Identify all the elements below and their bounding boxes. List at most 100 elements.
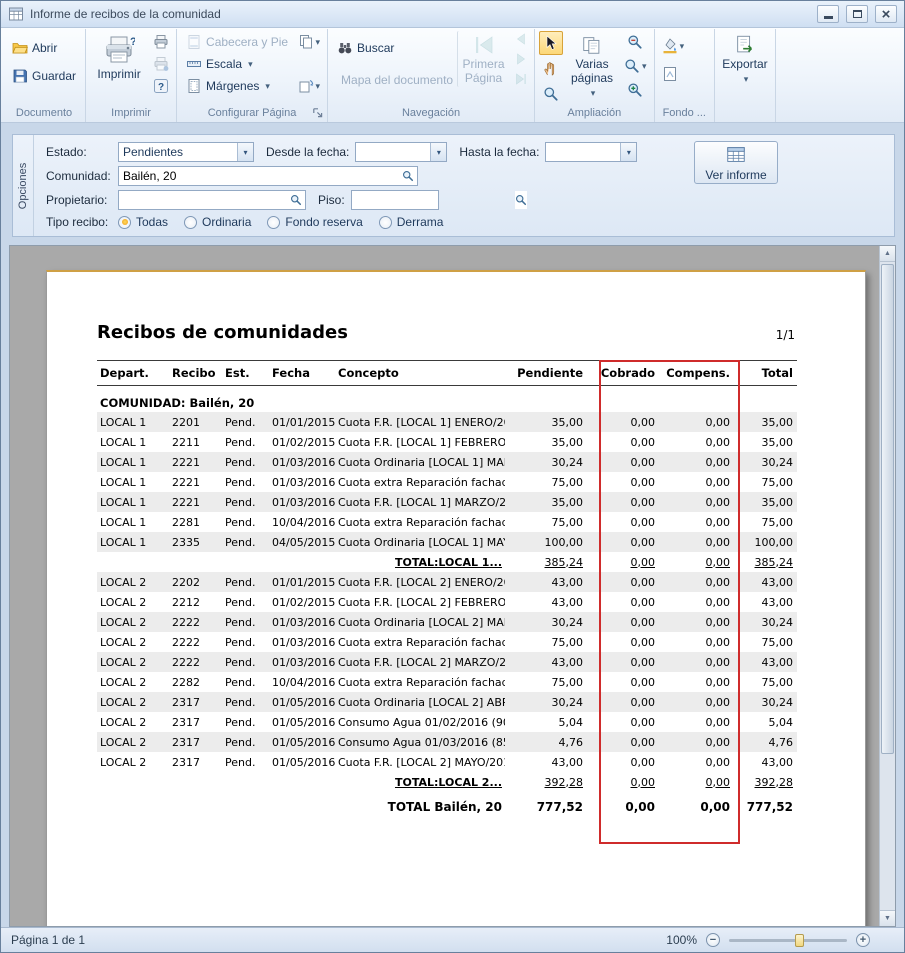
- ver-informe-area: Ver informe: [694, 135, 894, 236]
- estado-dropdown[interactable]: Pendientes ▾: [118, 142, 254, 162]
- report-row-data: LOCAL 12221Pend.01/03/2016Cuota extra Re…: [97, 472, 797, 492]
- escala-button[interactable]: Escala ▾: [181, 53, 258, 75]
- report-table: Depart. Recibo Est. Fecha Concepto Pendi…: [97, 360, 797, 816]
- zoom-out-button[interactable]: [621, 31, 650, 53]
- comunidad-input[interactable]: [119, 167, 399, 185]
- zoom-slider-thumb[interactable]: [795, 934, 804, 947]
- minimize-icon: [824, 16, 833, 19]
- radio-fondo-reserva[interactable]: Fondo reserva: [267, 215, 362, 229]
- exportar-button[interactable]: Exportar ▾: [719, 31, 771, 85]
- page-status: Página 1 de 1: [11, 933, 85, 947]
- piso-input[interactable]: [352, 191, 515, 209]
- options-tab[interactable]: Opciones: [13, 135, 34, 236]
- header-footer-icon: [186, 34, 202, 50]
- window-title: Informe de recibos de la comunidad: [30, 7, 221, 21]
- ver-informe-button[interactable]: Ver informe: [694, 141, 778, 184]
- zoom-tool-button[interactable]: [539, 83, 563, 105]
- zoom-out-button[interactable]: −: [706, 933, 720, 947]
- last-page-button[interactable]: [512, 71, 530, 87]
- column-header: Pendiente: [505, 361, 587, 386]
- cabecera-pie-button[interactable]: Cabecera y Pie: [181, 31, 293, 53]
- propietario-search-button[interactable]: [287, 191, 305, 209]
- ribbon-group-documento: Abrir Guardar Documento: [3, 29, 86, 122]
- report-row-data: LOCAL 22317Pend.01/05/2016Consumo Agua 0…: [97, 712, 797, 732]
- scrollbar-thumb[interactable]: [881, 264, 894, 754]
- column-header: Est.: [222, 361, 269, 386]
- guardar-button[interactable]: Guardar: [7, 65, 81, 87]
- last-page-icon: [515, 73, 527, 85]
- group-caption-imprimir: Imprimir: [90, 105, 172, 122]
- piso-label: Piso:: [318, 193, 345, 207]
- imprimir-button[interactable]: ? Imprimir: [90, 31, 148, 83]
- hasta-fecha-label: Hasta la fecha:: [459, 145, 539, 159]
- scroll-up-icon[interactable]: ▲: [880, 246, 895, 262]
- svg-text:?: ?: [158, 82, 164, 93]
- next-page-button[interactable]: [512, 51, 530, 67]
- options-tab-label: Opciones: [17, 162, 29, 208]
- propietario-input[interactable]: [119, 191, 287, 209]
- zoom-slider[interactable]: [729, 939, 847, 942]
- help-icon: ?: [153, 78, 169, 94]
- minimize-button[interactable]: [817, 5, 839, 23]
- zoom-dropdown-button[interactable]: ▾: [621, 55, 650, 77]
- report-row-data: LOCAL 22317Pend.01/05/2016Consumo Agua 0…: [97, 732, 797, 752]
- pointer-tool-button[interactable]: [539, 31, 563, 55]
- print-options-button[interactable]: [150, 53, 172, 75]
- comunidad-search-button[interactable]: [399, 167, 417, 185]
- dialog-launcher-icon[interactable]: [312, 107, 324, 119]
- hasta-fecha-dropdown[interactable]: ▾: [545, 142, 637, 162]
- export-icon: [734, 34, 756, 56]
- buscar-button[interactable]: Buscar: [332, 37, 454, 59]
- fill-color-button[interactable]: ▾: [659, 35, 688, 57]
- mapa-documento-label: Mapa del documento: [341, 73, 453, 87]
- chevron-down-icon[interactable]: ▾: [237, 143, 253, 161]
- radio-todas[interactable]: Todas: [118, 215, 168, 229]
- ribbon-filler: [776, 29, 902, 122]
- exportar-label: Exportar: [722, 58, 767, 72]
- radio-ordinaria[interactable]: Ordinaria: [184, 215, 251, 229]
- magnifier-icon: [543, 86, 559, 102]
- maximize-button[interactable]: [846, 5, 868, 23]
- ribbon-group-ampliacion: Varias páginas ▾ ▾: [535, 29, 655, 122]
- statusbar: Página 1 de 1 100% − +: [1, 927, 904, 952]
- report-row-data: LOCAL 12221Pend.01/03/2016Cuota Ordinari…: [97, 452, 797, 472]
- search-icon: [402, 170, 414, 182]
- report-row-data: LOCAL 12221Pend.01/03/2016Cuota F.R. [LO…: [97, 492, 797, 512]
- margenes-button[interactable]: Márgenes ▾: [181, 75, 275, 97]
- piso-field: [351, 190, 439, 210]
- piso-search-button[interactable]: [515, 191, 527, 209]
- radio-derrama[interactable]: Derrama: [379, 215, 444, 229]
- help-button[interactable]: ?: [150, 75, 172, 97]
- column-header: Compens.: [659, 361, 734, 386]
- chevron-down-icon: ▾: [248, 59, 253, 70]
- scroll-down-icon[interactable]: ▼: [880, 910, 895, 926]
- chevron-down-icon[interactable]: ▾: [430, 143, 446, 161]
- zoom-in-icon: [627, 82, 643, 98]
- ribbon-group-exportar: Exportar ▾: [715, 29, 776, 122]
- report-row-data: LOCAL 12335Pend.04/05/2015Cuota Ordinari…: [97, 532, 797, 552]
- abrir-button[interactable]: Abrir: [7, 37, 62, 59]
- varias-paginas-button[interactable]: Varias páginas ▾: [565, 31, 619, 99]
- zoom-controls: 100% − +: [666, 933, 870, 947]
- vertical-scrollbar[interactable]: ▲ ▼: [879, 246, 895, 926]
- group-caption-documento: Documento: [7, 105, 81, 122]
- hand-tool-button[interactable]: [539, 58, 563, 80]
- previous-page-button[interactable]: [512, 31, 530, 47]
- quick-print-button[interactable]: [150, 31, 172, 53]
- report-row-data: LOCAL 22212Pend.01/02/2015Cuota F.R. [LO…: [97, 592, 797, 612]
- desde-fecha-dropdown[interactable]: ▾: [355, 142, 447, 162]
- orientation-dropdown-button[interactable]: ▾: [295, 75, 324, 97]
- mapa-documento-button[interactable]: Mapa del documento: [332, 69, 454, 91]
- estado-label: Estado:: [46, 145, 118, 159]
- margenes-label: Márgenes: [206, 79, 259, 93]
- report-row-group: COMUNIDAD: Bailén, 20: [97, 386, 797, 413]
- zoom-in-button[interactable]: [621, 79, 650, 101]
- chevron-down-icon[interactable]: ▾: [620, 143, 636, 161]
- primera-pagina-button[interactable]: Primera Página: [457, 31, 509, 87]
- copy-page-dropdown-button[interactable]: ▾: [295, 31, 324, 53]
- cabecera-pie-label: Cabecera y Pie: [206, 35, 288, 49]
- watermark-button[interactable]: [659, 63, 681, 85]
- zoom-in-button[interactable]: +: [856, 933, 870, 947]
- orientation-icon: [298, 78, 314, 94]
- close-button[interactable]: ×: [875, 5, 897, 23]
